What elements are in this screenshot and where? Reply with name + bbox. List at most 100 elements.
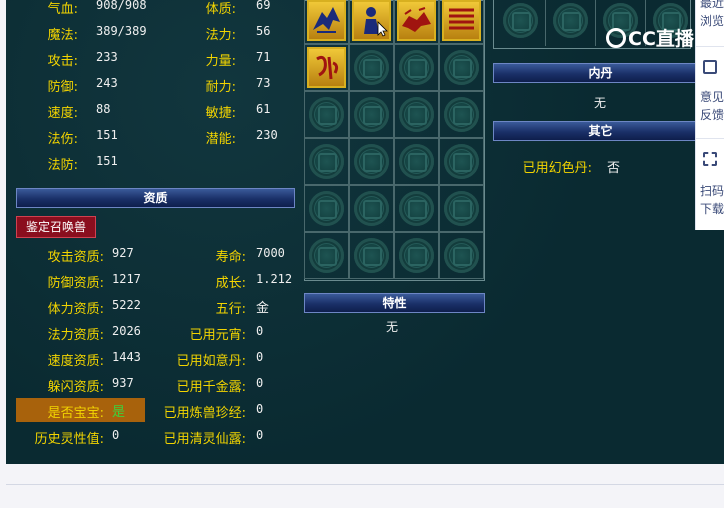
speed-aptitude-value: 1443 (112, 350, 141, 364)
rune-skill-icon[interactable] (307, 47, 346, 88)
skill-slot[interactable] (304, 44, 349, 91)
empty-skill-slot[interactable] (304, 91, 349, 138)
used-yuanxiao-label: 已用元宵: (189, 328, 246, 343)
scan-icon[interactable] (703, 152, 717, 166)
potential-value: 230 (256, 128, 278, 142)
skill-slot[interactable] (394, 0, 439, 44)
trait-section-title: 特性 (304, 293, 485, 313)
mana-aptitude-label: 法力资质: (47, 328, 104, 343)
empty-equip-slot[interactable] (545, 0, 595, 46)
toolbar-separator (696, 138, 724, 139)
dodge-aptitude-value: 937 (112, 376, 134, 390)
hp-aptitude-label: 体力资质: (47, 302, 104, 317)
attack-aptitude-label: 攻击资质: (47, 250, 104, 265)
empty-skill-slot[interactable] (349, 91, 394, 138)
empty-skill-slot[interactable] (439, 138, 484, 185)
edit-icon[interactable] (703, 60, 717, 74)
empty-skill-slot[interactable] (349, 232, 394, 279)
feedback-label[interactable]: 意见 (700, 88, 724, 105)
recent-browse-label[interactable]: 最近 (700, 0, 724, 11)
skill-slot[interactable] (349, 0, 394, 44)
dodge-aptitude-label: 躲闪资质: (47, 380, 104, 395)
used-qingling-value: 0 (256, 428, 264, 442)
lifespan-value: 7000 (256, 246, 285, 260)
used-ruyidan-label: 已用如意丹: (176, 354, 246, 369)
endurance-label: 耐力: (205, 80, 236, 95)
empty-skill-slot[interactable] (304, 185, 349, 232)
growth-value: 1.212 (256, 272, 293, 286)
speed-label: 速度: (47, 106, 78, 121)
feedback-label-2[interactable]: 反馈 (700, 106, 724, 123)
empty-skill-slot[interactable] (439, 44, 484, 91)
page-divider (6, 484, 724, 485)
used-qingling-label: 已用清灵仙露: (163, 432, 246, 447)
figure-skill-icon[interactable] (352, 0, 391, 41)
empty-skill-slot[interactable] (394, 185, 439, 232)
used-huanse-value: 否 (607, 161, 621, 176)
identify-pet-button[interactable]: 鉴定召唤兽 (16, 216, 96, 238)
defense-label: 防御: (47, 80, 78, 95)
hp-aptitude-value: 5222 (112, 298, 141, 312)
scan-download-label[interactable]: 扫码 (700, 182, 724, 199)
toolbar-separator (696, 46, 724, 47)
defense-aptitude-label: 防御资质: (47, 276, 104, 291)
used-lianshou-label: 已用炼兽珍经: (163, 406, 246, 421)
element-label: 五行: (215, 302, 246, 317)
agility-value: 61 (256, 102, 271, 116)
inner-dan-value: 无 (594, 96, 607, 110)
empty-skill-slot[interactable] (394, 44, 439, 91)
history-spirit-value: 0 (112, 428, 120, 442)
is-baby-label: 是否宝宝: (47, 406, 104, 421)
other-section-title: 其它 (493, 121, 708, 141)
speed-value: 88 (96, 102, 111, 116)
defense-value: 243 (96, 76, 118, 90)
history-spirit-label: 历史灵性值: (34, 432, 104, 447)
mana-value: 56 (256, 24, 271, 38)
empty-skill-slot[interactable] (394, 91, 439, 138)
mana-label: 法力: (205, 28, 236, 43)
skill-slot[interactable] (304, 0, 349, 44)
trait-value: 无 (386, 320, 399, 334)
magic-defense-label: 法防: (47, 158, 78, 173)
used-qianjinlu-value: 0 (256, 376, 264, 390)
aptitude-section-title: 资质 (16, 188, 295, 208)
skill-slot[interactable] (439, 0, 484, 44)
hp-value: 908/908 (96, 0, 147, 12)
empty-skill-slot[interactable] (304, 138, 349, 185)
growth-label: 成长: (215, 276, 246, 291)
empty-skill-slot[interactable] (439, 91, 484, 138)
eagle-skill-icon[interactable] (307, 0, 346, 41)
empty-skill-slot[interactable] (439, 185, 484, 232)
used-huanse-label: 已用幻色丹: (522, 161, 592, 176)
inner-dan-section-title: 内丹 (493, 63, 708, 83)
magic-defense-value: 151 (96, 154, 118, 168)
used-ruyidan-value: 0 (256, 350, 264, 364)
attack-value: 233 (96, 50, 118, 64)
endurance-value: 73 (256, 76, 271, 90)
side-toolbar: 最近 浏览 意见 反馈 扫码 下载 (695, 0, 724, 230)
mp-label: 魔法: (47, 28, 78, 43)
empty-skill-slot[interactable] (439, 232, 484, 279)
empty-skill-slot[interactable] (304, 232, 349, 279)
mana-aptitude-value: 2026 (112, 324, 141, 338)
empty-skill-slot[interactable] (349, 138, 394, 185)
scan-download-label-2[interactable]: 下载 (700, 200, 724, 217)
speed-aptitude-label: 速度资质: (47, 354, 104, 369)
watermark-text: CC直播 (628, 28, 694, 50)
empty-skill-slot[interactable] (349, 185, 394, 232)
empty-skill-slot[interactable] (394, 232, 439, 279)
scroll-skill-icon[interactable] (442, 0, 481, 41)
defense-aptitude-value: 1217 (112, 272, 141, 286)
magic-damage-value: 151 (96, 128, 118, 142)
used-yuanxiao-value: 0 (256, 324, 264, 338)
element-value: 金 (256, 301, 270, 316)
empty-skill-slot[interactable] (394, 138, 439, 185)
constitution-label: 体质: (205, 2, 236, 17)
beast-skill-icon[interactable] (397, 0, 436, 41)
recent-browse-label-2[interactable]: 浏览 (700, 12, 724, 29)
empty-skill-slot[interactable] (349, 44, 394, 91)
empty-equip-slot[interactable] (496, 0, 545, 46)
attack-aptitude-value: 927 (112, 246, 134, 260)
hp-label: 气血: (47, 2, 78, 17)
agility-label: 敏捷: (205, 106, 236, 121)
